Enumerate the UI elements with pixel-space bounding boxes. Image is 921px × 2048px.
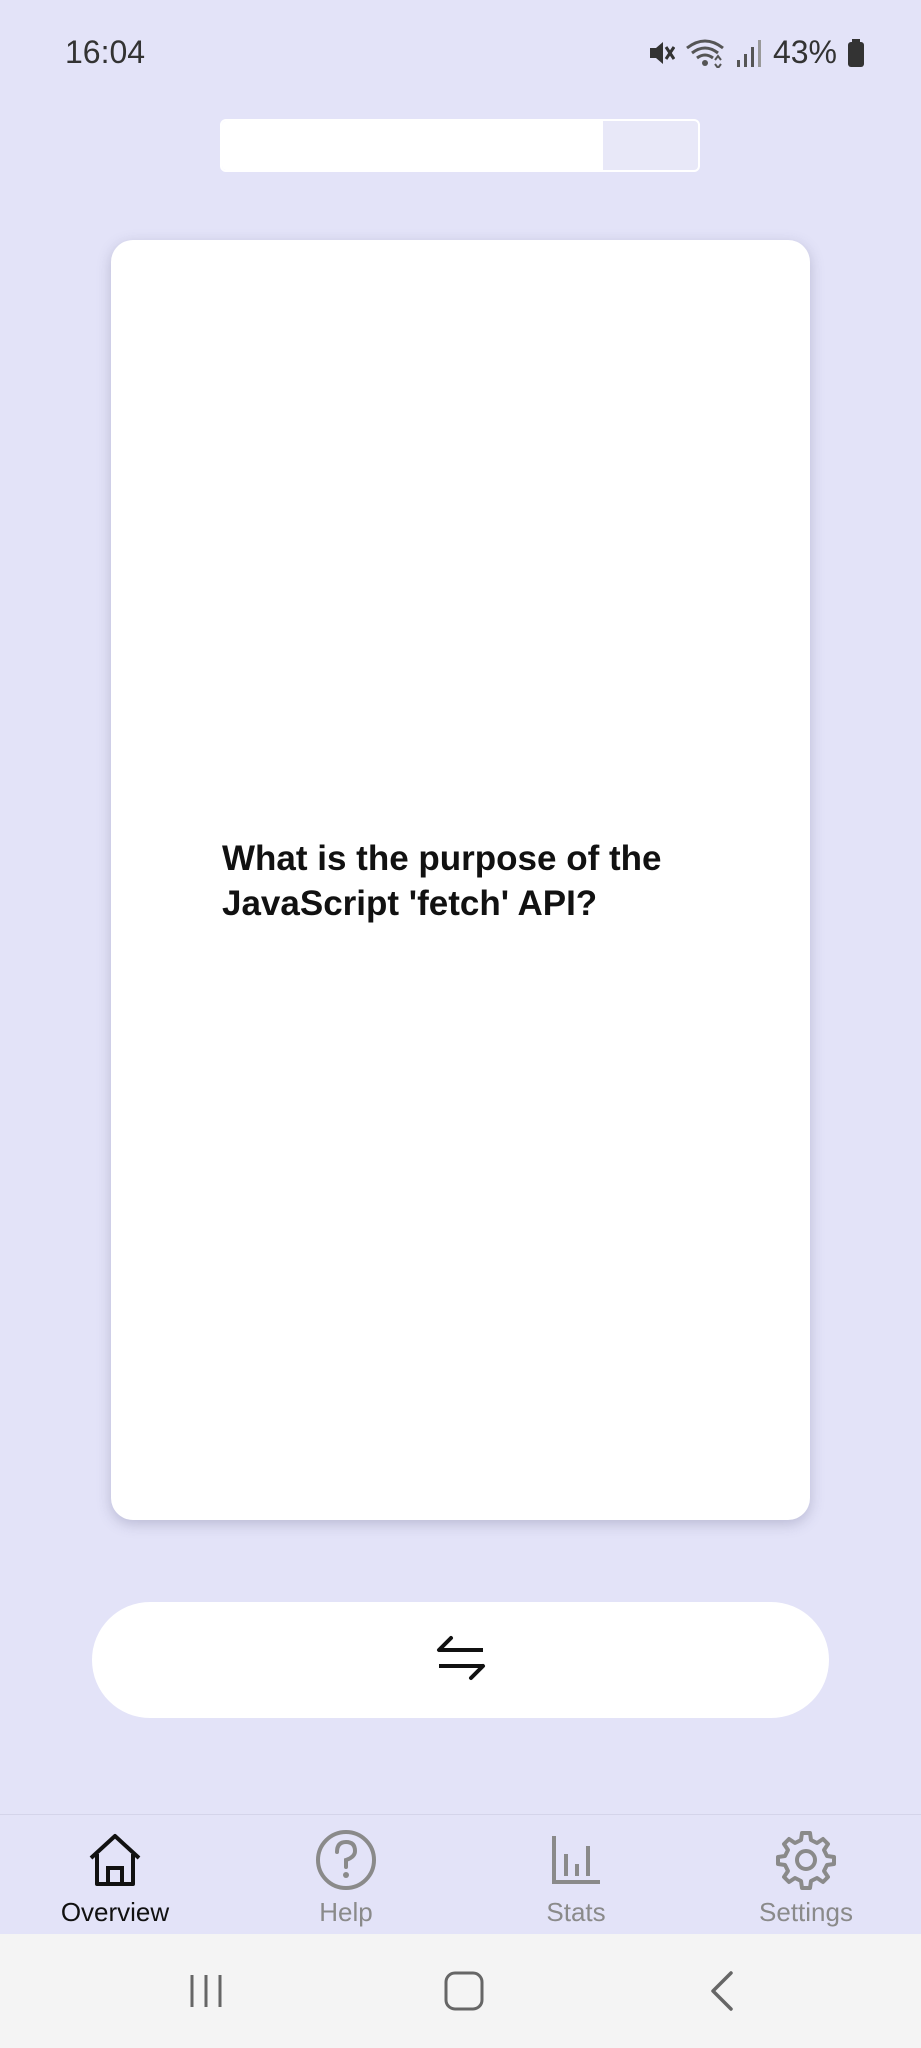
app-screen: 16:04 43% What is the purpose of the Jav… xyxy=(0,0,921,2048)
wifi-icon xyxy=(685,38,725,68)
stats-icon xyxy=(548,1827,604,1893)
help-icon xyxy=(314,1827,378,1893)
status-bar: 16:04 43% xyxy=(0,0,921,105)
status-time: 16:04 xyxy=(65,34,146,70)
status-icons: 43% xyxy=(647,34,865,71)
nav-item-help[interactable]: Help xyxy=(246,1815,446,1935)
swap-arrows-icon xyxy=(435,1633,487,1688)
nav-item-overview[interactable]: Overview xyxy=(15,1815,215,1935)
gear-icon xyxy=(775,1827,837,1893)
battery-percent: 43% xyxy=(772,34,837,70)
home-button-icon[interactable] xyxy=(424,1964,504,2018)
back-icon[interactable] xyxy=(682,1964,762,2018)
battery-icon xyxy=(847,38,865,68)
nav-label-settings: Settings xyxy=(759,1897,853,1927)
progress-fill xyxy=(222,121,603,170)
nav-label-help: Help xyxy=(319,1897,373,1927)
flashcard[interactable]: What is the purpose of the JavaScript 'f… xyxy=(111,240,810,1520)
home-icon xyxy=(85,1827,145,1893)
progress-bar xyxy=(220,119,700,172)
signal-icon xyxy=(735,38,763,68)
nav-label-stats: Stats xyxy=(546,1897,606,1927)
nav-item-settings[interactable]: Settings xyxy=(706,1815,906,1935)
flip-card-button[interactable] xyxy=(92,1602,829,1718)
nav-label-overview: Overview xyxy=(60,1897,170,1927)
mute-icon xyxy=(647,38,675,68)
nav-item-stats[interactable]: Stats xyxy=(476,1815,676,1935)
recents-icon[interactable] xyxy=(166,1964,246,2018)
card-question: What is the purpose of the JavaScript 'f… xyxy=(222,839,662,923)
system-nav-bar xyxy=(0,1934,921,2048)
bottom-nav: Overview Help Stats Settings xyxy=(0,1814,921,1934)
